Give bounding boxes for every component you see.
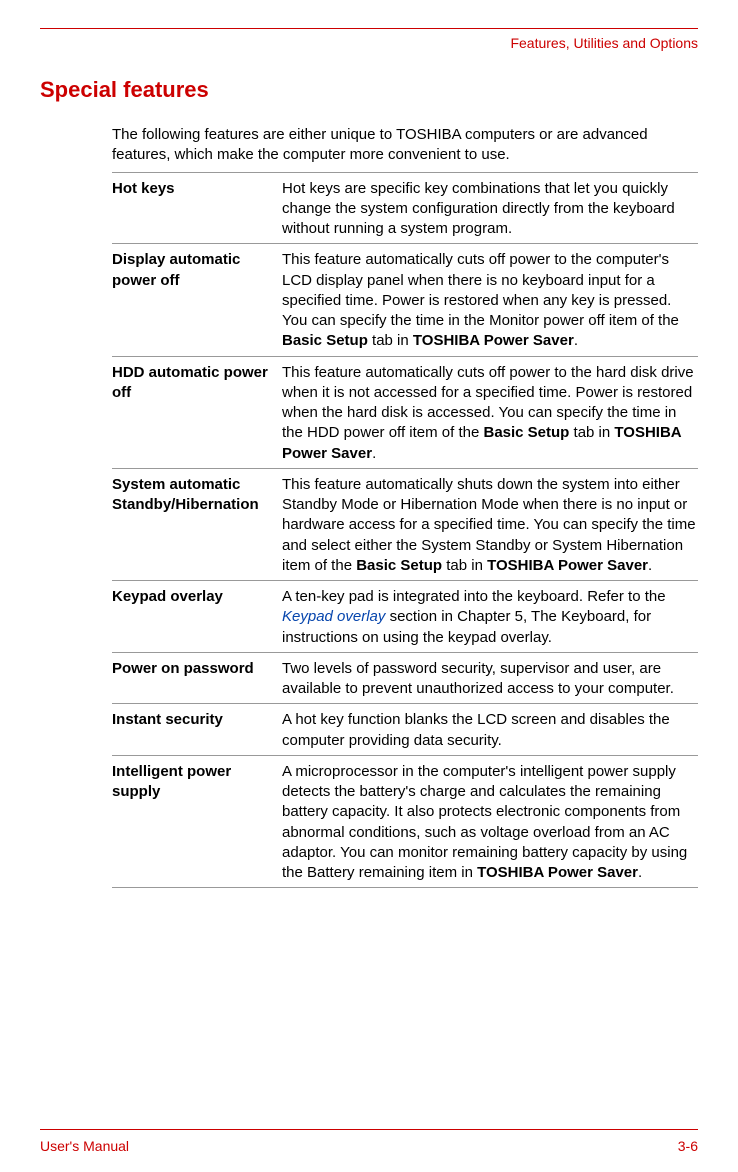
footer-left: User's Manual [40, 1138, 129, 1154]
section-title: Special features [40, 77, 698, 103]
keypad-overlay-link[interactable]: Keypad overlay [282, 608, 385, 625]
feature-name: System automatic Standby/Hibernation [112, 475, 282, 576]
feature-description: A ten-key pad is integrated into the key… [282, 587, 698, 648]
desc-text: . [372, 445, 376, 462]
footer-right-page-number: 3-6 [678, 1138, 698, 1154]
top-divider [40, 28, 698, 29]
feature-name: Power on password [112, 659, 282, 700]
desc-text: . [638, 864, 642, 881]
desc-text: tab in [442, 557, 487, 574]
desc-text: tab in [368, 332, 413, 349]
feature-name: Intelligent power supply [112, 762, 282, 884]
table-row: Hot keys Hot keys are specific key combi… [112, 172, 698, 244]
desc-bold: TOSHIBA Power Saver [477, 864, 638, 881]
feature-description: A hot key function blanks the LCD screen… [282, 710, 698, 751]
desc-bold: Basic Setup [483, 424, 569, 441]
footer: User's Manual 3-6 [40, 1129, 698, 1154]
desc-text: A ten-key pad is integrated into the key… [282, 588, 666, 605]
desc-bold: TOSHIBA Power Saver [487, 557, 648, 574]
feature-name: Display automatic power off [112, 250, 282, 351]
feature-description: A microprocessor in the computer's intel… [282, 762, 698, 884]
feature-description: This feature automatically cuts off powe… [282, 250, 698, 351]
desc-text: This feature automatically cuts off powe… [282, 251, 679, 329]
features-table: Hot keys Hot keys are specific key combi… [112, 172, 698, 889]
desc-text: tab in [569, 424, 614, 441]
desc-bold: Basic Setup [282, 332, 368, 349]
table-row: Power on password Two levels of password… [112, 652, 698, 704]
table-row: Intelligent power supply A microprocesso… [112, 755, 698, 889]
header-breadcrumb: Features, Utilities and Options [40, 35, 698, 51]
feature-name: HDD automatic power off [112, 363, 282, 464]
table-row: Keypad overlay A ten-key pad is integrat… [112, 580, 698, 652]
feature-description: This feature automatically shuts down th… [282, 475, 698, 576]
feature-description: This feature automatically cuts off powe… [282, 363, 698, 464]
desc-bold: TOSHIBA Power Saver [413, 332, 574, 349]
desc-text: . [648, 557, 652, 574]
feature-description: Hot keys are specific key combinations t… [282, 179, 698, 240]
feature-name: Instant security [112, 710, 282, 751]
table-row: HDD automatic power off This feature aut… [112, 356, 698, 468]
desc-bold: Basic Setup [356, 557, 442, 574]
table-row: Display automatic power off This feature… [112, 243, 698, 355]
desc-text: . [574, 332, 578, 349]
intro-paragraph: The following features are either unique… [112, 125, 698, 166]
feature-description: Two levels of password security, supervi… [282, 659, 698, 700]
table-row: System automatic Standby/Hibernation Thi… [112, 468, 698, 580]
bottom-divider [40, 1129, 698, 1130]
feature-name: Keypad overlay [112, 587, 282, 648]
feature-name: Hot keys [112, 179, 282, 240]
content-block: The following features are either unique… [112, 125, 698, 888]
table-row: Instant security A hot key function blan… [112, 703, 698, 755]
